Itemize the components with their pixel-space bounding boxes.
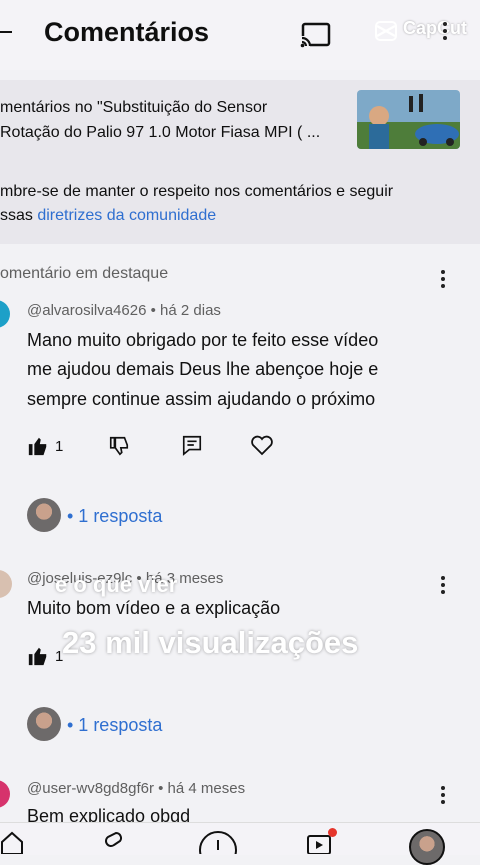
comment-options-icon[interactable] [441,786,445,807]
replies-link[interactable]: • 1 resposta [67,506,162,527]
video-title-line-1: mentários no "Substituição do Sensor [0,99,268,116]
reply-icon[interactable] [181,434,203,461]
notification-dot [328,828,337,837]
profile-avatar[interactable] [409,829,445,865]
comment-options-icon[interactable] [441,576,445,597]
comment-text-line: sempre continue assim ajudando o próximo [27,389,376,409]
shorts-icon[interactable] [102,830,126,859]
like-count: 1 [55,438,64,455]
creator-avatar [27,498,61,532]
notice-prefix: ssas [0,207,38,224]
cast-icon[interactable] [300,22,332,53]
create-icon[interactable] [198,830,238,865]
creator-avatar [27,707,61,741]
back-arrow-icon[interactable] [0,31,12,33]
comment-text-line: Mano muito obrigado por te feito esse ví… [27,330,379,350]
like-icon[interactable] [27,645,49,672]
avatar[interactable] [0,780,10,808]
comment-author-meta: @user-wv8gd8gf6r • há 4 meses [27,780,246,797]
avatar[interactable] [0,570,12,598]
comment-text-line: Muito bom vídeo e a explicação [27,598,281,618]
capcut-logo-icon [374,20,398,47]
avatar[interactable] [0,300,10,328]
featured-comment-badge: omentário em destaque [0,265,169,282]
video-title-line-2: Rotação do Palio 97 1.0 Motor Fiasa MPI … [0,124,321,141]
community-notice-line-1: mbre-se de manter o respeito nos comentá… [0,183,394,200]
capcut-watermark: CapCut [403,18,467,38]
community-guidelines-link[interactable]: diretrizes da comunidade [37,207,216,224]
community-notice-line-2: ssas diretrizes da comunidade [0,207,216,225]
dislike-icon[interactable] [108,435,130,462]
replies-link[interactable]: • 1 resposta [67,715,162,736]
video-overlay-caption: e o que vier [55,572,178,597]
more-vert-icon[interactable] [443,22,447,43]
page-title: Comentários [44,17,210,47]
comment-options-icon[interactable] [441,270,445,291]
heart-icon[interactable] [250,434,274,461]
bottom-navigation [0,822,480,855]
comment-text-line: me ajudou demais Deus lhe abençoe hoje e [27,359,379,379]
like-icon[interactable] [27,435,49,462]
video-overlay-views: 23 mil visualizações [62,625,359,660]
home-icon[interactable] [0,830,24,859]
comment-author-meta: @alvarosilva4626 • há 2 dias [27,302,221,319]
video-thumbnail[interactable] [357,90,460,149]
